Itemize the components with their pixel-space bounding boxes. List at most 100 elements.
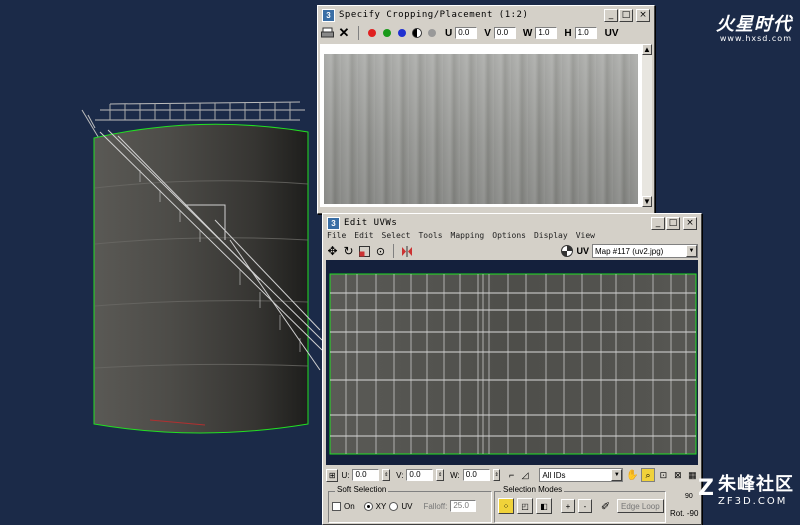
uvw-window-titlebar[interactable]: 3 Edit UVWs _ □ ×	[325, 216, 699, 230]
edge-loop-button[interactable]: Edge Loop	[617, 499, 664, 513]
v-label: V	[484, 27, 491, 39]
freeform-icon[interactable]: ⊙	[374, 245, 387, 258]
menu-view[interactable]: View	[576, 231, 595, 240]
v-spinner[interactable]: ⇕	[436, 469, 445, 481]
move-icon[interactable]: ✥	[326, 244, 339, 258]
scroll-down-button[interactable]: ▼	[642, 196, 652, 207]
brush-icon[interactable]: ✐	[599, 500, 612, 513]
rot-readout: Rot. -90	[670, 509, 699, 518]
maximize-button[interactable]: □	[666, 217, 680, 230]
grow-selection-button[interactable]: +	[561, 499, 575, 513]
zoom-icon[interactable]: ⌕	[641, 468, 655, 482]
uvw-toolbar: ✥ ↻ ⊙ UV Map #117 (uv2.jpg) ▼	[326, 242, 698, 260]
uv-label: UV	[401, 501, 413, 511]
u-spinner[interactable]: ⇕	[382, 469, 391, 481]
falloff-label: Falloff:	[423, 501, 448, 511]
minimize-button[interactable]: _	[651, 217, 665, 230]
rotate-icon[interactable]: ↻	[342, 244, 355, 258]
watermark-bottom-url: ZF3D.COM	[718, 496, 788, 507]
menu-options[interactable]: Options	[492, 231, 526, 240]
crop-toolbar: ✕ U 0.0 V 0.0 W 1.0 H 1.0 UV	[320, 23, 652, 43]
green-channel-icon[interactable]	[381, 27, 393, 39]
ids-select-value: All IDs	[542, 470, 566, 480]
red-channel-icon[interactable]	[366, 27, 378, 39]
zoom-selected-icon[interactable]: ▦	[687, 469, 698, 481]
soft-selection-title: Soft Selection	[335, 485, 389, 494]
crop-scrollbar[interactable]: ▲ ▼	[642, 44, 652, 207]
w-spinner[interactable]: ⇕	[492, 469, 501, 481]
face-mode-icon[interactable]: ◧	[536, 498, 552, 514]
u-field[interactable]: 0.0	[352, 469, 380, 481]
tank-model[interactable]	[0, 80, 330, 520]
u-label: U	[445, 27, 453, 39]
close-button[interactable]: ×	[636, 9, 650, 22]
selection-modes-title: Selection Modes	[501, 485, 565, 494]
absolute-offset-icon[interactable]: ⊞	[326, 468, 339, 482]
edge-mode-icon[interactable]: ◰	[517, 498, 533, 514]
map-select-value: Map #117 (uv2.jpg)	[595, 246, 664, 256]
uv-editor-canvas[interactable]	[326, 260, 698, 465]
zf-logo-icon: Z	[698, 476, 714, 501]
v-label: V:	[396, 470, 404, 480]
vertex-mode-icon[interactable]: ⁘	[498, 498, 514, 514]
zoom-extents-icon[interactable]: ⊠	[672, 469, 683, 481]
scale-icon[interactable]	[358, 245, 371, 258]
uvw-transform-bar: ⊞ U: 0.0 ⇕ V: 0.0 ⇕ W: 0.0 ⇕ ⌐ ◿ All IDs…	[326, 467, 698, 483]
menu-display[interactable]: Display	[534, 231, 568, 240]
minimize-button[interactable]: _	[604, 9, 618, 22]
crop-window-titlebar[interactable]: 3 Specify Cropping/Placement (1:2) _ □ ×	[320, 8, 652, 22]
shrink-selection-button[interactable]: -	[578, 499, 592, 513]
close-button[interactable]: ×	[683, 217, 697, 230]
xy-label: XY	[375, 501, 387, 511]
uv-radio[interactable]	[389, 501, 399, 511]
v-field[interactable]: 0.0	[406, 469, 434, 481]
chevron-down-icon[interactable]: ▼	[686, 245, 697, 257]
v-field[interactable]: 0.0	[493, 27, 516, 39]
menu-file[interactable]: File	[327, 231, 346, 240]
pan-hand-icon[interactable]: ✋	[626, 469, 638, 481]
chevron-down-icon[interactable]: ▼	[611, 469, 623, 481]
blue-channel-icon[interactable]	[396, 27, 408, 39]
lock-icon[interactable]: ⌐	[506, 470, 516, 481]
edit-uvw-window: 3 Edit UVWs _ □ × File Edit Select Tools…	[322, 213, 702, 525]
close-x-icon[interactable]: ✕	[337, 25, 351, 40]
uv-toggle[interactable]: UV	[605, 28, 619, 39]
menu-tools[interactable]: Tools	[418, 231, 442, 240]
uv-toggle[interactable]: UV	[576, 246, 589, 256]
mirror-icon[interactable]	[400, 245, 413, 258]
w-field[interactable]: 1.0	[535, 27, 558, 39]
h-label: H	[564, 27, 572, 39]
w-field[interactable]: 0.0	[462, 469, 490, 481]
texture-preview	[324, 54, 638, 204]
watermark-bottom-name: 朱峰社区	[718, 474, 794, 495]
soft-selection-on-label: On	[344, 501, 355, 511]
falloff-field[interactable]: 25.0	[450, 500, 477, 512]
menu-select[interactable]: Select	[382, 231, 411, 240]
soft-selection-group: Soft Selection On XY UV Falloff: 25.0	[328, 485, 492, 523]
soft-selection-on-checkbox[interactable]	[332, 501, 341, 511]
print-icon[interactable]	[320, 26, 334, 40]
paint-select-icon[interactable]: ◿	[520, 470, 530, 481]
scroll-up-button[interactable]: ▲	[642, 44, 652, 55]
ids-select[interactable]: All IDs ▼	[539, 468, 624, 482]
zoom-region-icon[interactable]: ⊡	[658, 469, 669, 481]
w-label: W	[522, 27, 533, 39]
crop-image-area[interactable]	[320, 44, 642, 207]
alpha-channel-icon[interactable]	[411, 27, 423, 39]
checker-icon[interactable]	[560, 245, 573, 258]
mono-channel-icon[interactable]	[426, 27, 438, 39]
map-select[interactable]: Map #117 (uv2.jpg) ▼	[592, 244, 698, 258]
app-icon: 3	[322, 8, 335, 22]
menu-mapping[interactable]: Mapping	[451, 231, 485, 240]
w-label: W:	[450, 470, 460, 480]
uv-grid[interactable]	[326, 260, 698, 465]
menu-edit[interactable]: Edit	[354, 231, 373, 240]
angle-readout: 90	[685, 493, 693, 500]
selection-modes-group: Selection Modes ⁘ ◰ ◧ + - ✐ Edge Loop	[494, 485, 666, 523]
xy-radio[interactable]	[363, 501, 373, 511]
h-field[interactable]: 1.0	[574, 27, 597, 39]
maximize-button[interactable]: □	[619, 9, 633, 22]
crop-window-title: Specify Cropping/Placement (1:2)	[339, 10, 529, 20]
u-field[interactable]: 0.0	[455, 27, 478, 39]
uvw-menubar: File Edit Select Tools Mapping Options D…	[327, 231, 595, 240]
